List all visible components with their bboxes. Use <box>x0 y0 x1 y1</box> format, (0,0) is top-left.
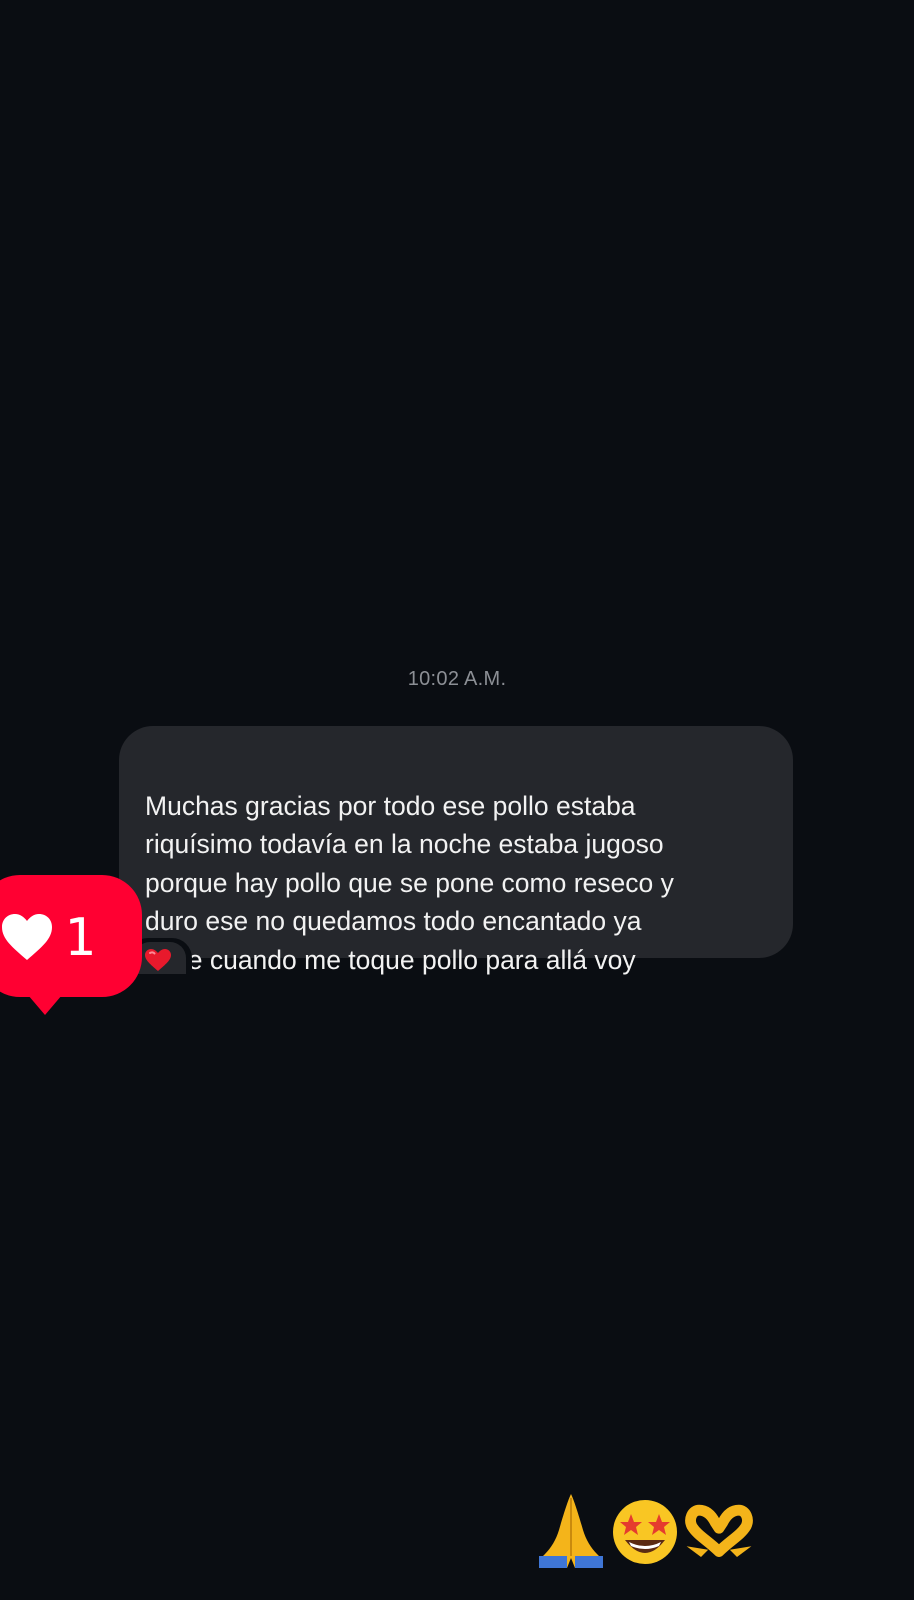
message-bubble[interactable]: Muchas gracias por todo ese pollo estaba… <box>119 726 793 975</box>
chat-screen: 10:02 A.M. Muchas gracias por todo ese p… <box>0 0 914 1600</box>
message-timestamp: 10:02 A.M. <box>407 668 507 690</box>
folded-hands-icon <box>539 1494 603 1568</box>
reply-emojis[interactable] <box>535 1490 761 1570</box>
heart-icon <box>2 914 52 960</box>
notification-count: 1 <box>64 908 96 968</box>
heart-hands-icon <box>685 1504 753 1557</box>
star-struck-icon <box>613 1500 677 1564</box>
notification-tail <box>28 995 62 1015</box>
red-heart-icon <box>145 949 171 971</box>
message-text: Muchas gracias por todo ese pollo estaba… <box>145 790 674 975</box>
